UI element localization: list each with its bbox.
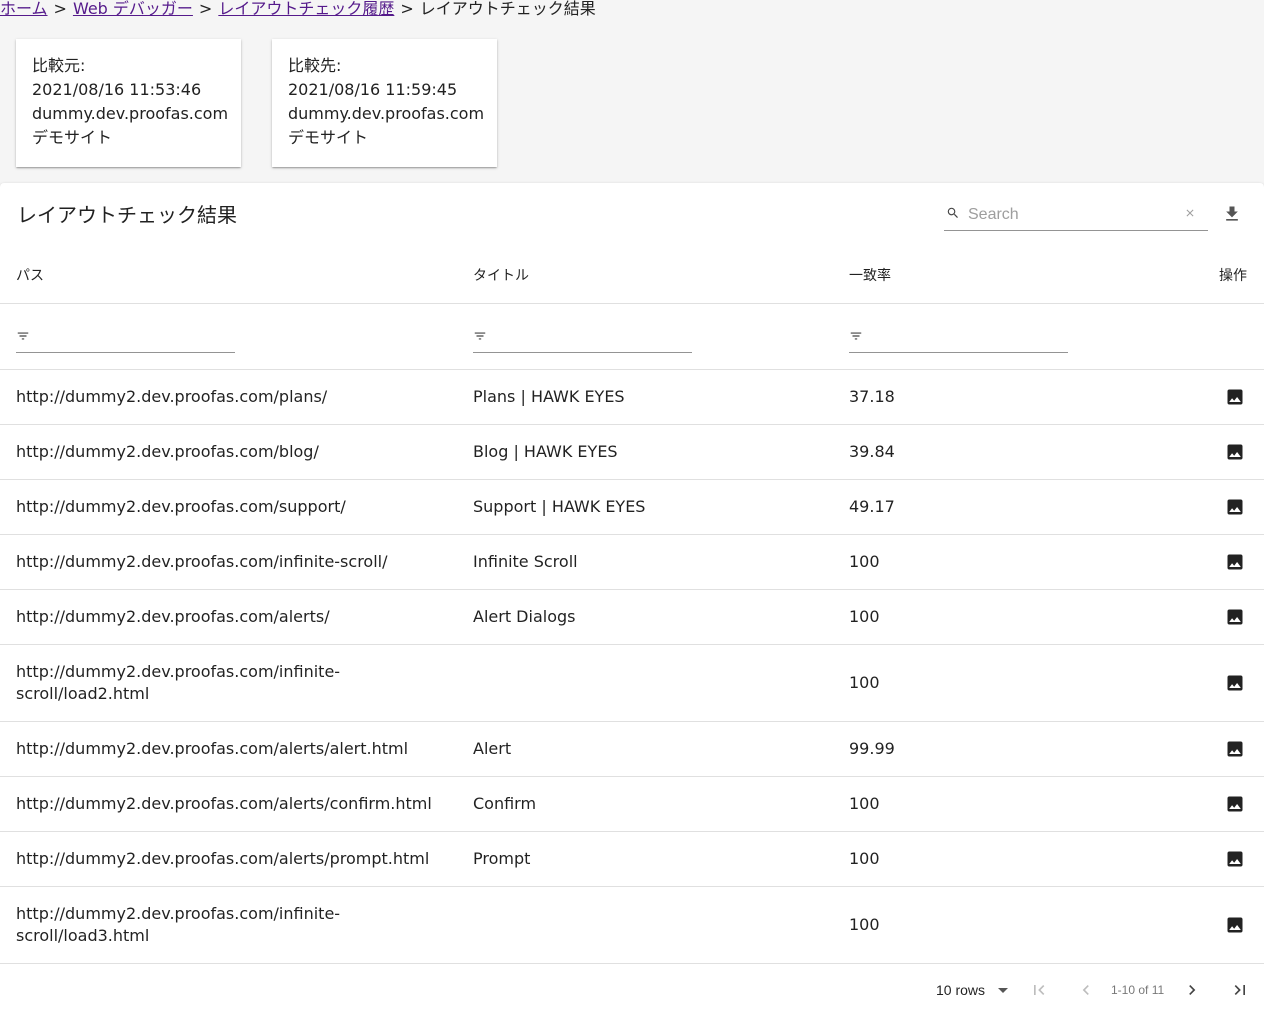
card-host: dummy.dev.proofas.com bbox=[288, 104, 485, 123]
download-icon[interactable] bbox=[1222, 204, 1242, 224]
cell-path-line: http://dummy2.dev.proofas.com/infinite- bbox=[16, 662, 341, 681]
cell-match-rate: 37.18 bbox=[849, 387, 895, 406]
page-info: 1-10 of 11 bbox=[1111, 983, 1165, 997]
filter-icon bbox=[474, 332, 486, 340]
cell-path: http://dummy2.dev.proofas.com/plans/ bbox=[16, 387, 328, 406]
card-datetime: 2021/08/16 11:53:46 bbox=[32, 80, 202, 99]
filter-path-input[interactable] bbox=[16, 324, 235, 353]
compare-target-card: 比較先: 2021/08/16 11:59:45 dummy.dev.proof… bbox=[272, 39, 497, 167]
results-table: レイアウトチェック結果 パス タイトル 一致率 操作 http://dummy2… bbox=[0, 183, 1264, 1017]
breadcrumb-web-debugger-link[interactable]: Web デバッガー bbox=[73, 0, 193, 18]
caret-down-icon[interactable] bbox=[998, 988, 1008, 993]
column-header-path[interactable]: パス bbox=[16, 267, 44, 285]
image-icon[interactable] bbox=[1225, 739, 1245, 759]
image-icon[interactable] bbox=[1225, 552, 1245, 572]
card-host: dummy.dev.proofas.com bbox=[32, 104, 229, 123]
cell-match-rate: 100 bbox=[849, 607, 880, 626]
image-icon[interactable] bbox=[1225, 497, 1245, 517]
cell-path-line: scroll/load2.html bbox=[16, 684, 150, 703]
search-input[interactable] bbox=[968, 203, 1168, 227]
cell-title: Blog | HAWK EYES bbox=[473, 442, 618, 461]
cell-match-rate: 39.84 bbox=[849, 442, 895, 461]
breadcrumb-current: レイアウトチェック結果 bbox=[419, 0, 596, 18]
filter-title-input[interactable] bbox=[473, 324, 692, 353]
cell-path: http://dummy2.dev.proofas.com/support/ bbox=[16, 497, 346, 516]
breadcrumb-home-link[interactable]: ホーム bbox=[0, 0, 48, 18]
table-row: http://dummy2.dev.proofas.com/alerts/con… bbox=[0, 777, 1264, 832]
table-row: http://dummy2.dev.proofas.com/infinite-s… bbox=[0, 535, 1264, 590]
card-datetime: 2021/08/16 11:59:45 bbox=[288, 80, 458, 99]
table-row: http://dummy2.dev.proofas.com/infinite-s… bbox=[0, 645, 1264, 722]
breadcrumb: ホーム > Web デバッガー > レイアウトチェック履歴 > レイアウトチェック結果 bbox=[0, 0, 596, 20]
table-title: レイアウトチェック結果 bbox=[17, 203, 237, 227]
cell-path: http://dummy2.dev.proofas.com/blog/ bbox=[16, 442, 319, 461]
table-row: http://dummy2.dev.proofas.com/support/Su… bbox=[0, 480, 1264, 535]
table-row: http://dummy2.dev.proofas.com/alerts/pro… bbox=[0, 832, 1264, 887]
table-row: http://dummy2.dev.proofas.com/alerts/Ale… bbox=[0, 590, 1264, 645]
cell-match-rate: 100 bbox=[849, 915, 880, 934]
table-body: http://dummy2.dev.proofas.com/plans/Plan… bbox=[0, 370, 1264, 964]
breadcrumb-layout-history-link[interactable]: レイアウトチェック履歴 bbox=[218, 0, 394, 18]
cell-path: http://dummy2.dev.proofas.com/alerts/ bbox=[16, 607, 330, 626]
card-label: 比較元: bbox=[32, 56, 86, 75]
first-page-icon[interactable] bbox=[1029, 980, 1049, 1000]
cell-title: Alert Dialogs bbox=[473, 607, 576, 626]
column-header-match[interactable]: 一致率 bbox=[849, 267, 891, 285]
chevron-left-icon[interactable] bbox=[1076, 980, 1096, 1000]
image-icon[interactable] bbox=[1225, 442, 1245, 462]
last-page-icon[interactable] bbox=[1230, 980, 1250, 1000]
image-icon[interactable] bbox=[1225, 607, 1245, 627]
card-label: 比較先: bbox=[288, 56, 342, 75]
search-field bbox=[944, 201, 1208, 231]
card-site: デモサイト bbox=[32, 128, 113, 147]
cell-match-rate: 100 bbox=[849, 552, 880, 571]
cell-match-rate: 100 bbox=[849, 849, 880, 868]
cell-title: Support | HAWK EYES bbox=[473, 497, 646, 516]
image-icon[interactable] bbox=[1225, 387, 1245, 407]
filter-icon bbox=[17, 332, 29, 340]
breadcrumb-separator: > bbox=[198, 0, 213, 18]
cell-title: Prompt bbox=[473, 849, 531, 868]
cell-match-rate: 100 bbox=[849, 673, 880, 692]
cell-title: Alert bbox=[473, 739, 512, 758]
cell-path-line: http://dummy2.dev.proofas.com/infinite- bbox=[16, 904, 341, 923]
cell-title: Infinite Scroll bbox=[473, 552, 578, 571]
cell-match-rate: 99.99 bbox=[849, 739, 895, 758]
column-header-action: 操作 bbox=[1219, 268, 1247, 284]
image-icon[interactable] bbox=[1225, 849, 1245, 869]
search-icon bbox=[947, 207, 958, 218]
chevron-right-icon[interactable] bbox=[1182, 980, 1202, 1000]
table-row: http://dummy2.dev.proofas.com/infinite-s… bbox=[0, 887, 1264, 964]
image-icon[interactable] bbox=[1225, 915, 1245, 935]
compare-source-card: 比較元: 2021/08/16 11:53:46 dummy.dev.proof… bbox=[16, 39, 241, 167]
cell-match-rate: 100 bbox=[849, 794, 880, 813]
table-toolbar: レイアウトチェック結果 bbox=[0, 183, 1264, 247]
cell-path: http://dummy2.dev.proofas.com/infinite-s… bbox=[16, 903, 456, 947]
cell-path: http://dummy2.dev.proofas.com/alerts/ale… bbox=[16, 739, 409, 758]
image-icon[interactable] bbox=[1225, 794, 1245, 814]
cell-match-rate: 49.17 bbox=[849, 497, 895, 516]
cell-title: Confirm bbox=[473, 794, 537, 813]
cell-path: http://dummy2.dev.proofas.com/infinite-s… bbox=[16, 552, 388, 571]
table-header-row: パス タイトル 一致率 操作 bbox=[0, 247, 1264, 304]
filter-row bbox=[0, 304, 1264, 370]
image-icon[interactable] bbox=[1225, 673, 1245, 693]
cell-title: Plans | HAWK EYES bbox=[473, 387, 625, 406]
pagination: 10 rows 1-10 of 11 bbox=[0, 963, 1264, 1017]
cell-path: http://dummy2.dev.proofas.com/alerts/con… bbox=[16, 794, 432, 813]
rows-per-page-select[interactable]: 10 rows bbox=[936, 981, 985, 999]
cell-path-line: scroll/load3.html bbox=[16, 926, 150, 945]
clear-icon[interactable] bbox=[1184, 207, 1196, 219]
breadcrumb-separator: > bbox=[400, 0, 414, 18]
cell-path: http://dummy2.dev.proofas.com/infinite-s… bbox=[16, 661, 456, 705]
filter-match-input[interactable] bbox=[849, 324, 1068, 353]
cell-path: http://dummy2.dev.proofas.com/alerts/pro… bbox=[16, 849, 430, 868]
card-site: デモサイト bbox=[288, 128, 369, 147]
table-row: http://dummy2.dev.proofas.com/blog/Blog … bbox=[0, 425, 1264, 480]
column-header-title[interactable]: タイトル bbox=[473, 267, 529, 285]
breadcrumb-separator: > bbox=[53, 0, 67, 18]
table-row: http://dummy2.dev.proofas.com/alerts/ale… bbox=[0, 722, 1264, 777]
filter-icon bbox=[850, 332, 862, 340]
table-row: http://dummy2.dev.proofas.com/plans/Plan… bbox=[0, 370, 1264, 425]
